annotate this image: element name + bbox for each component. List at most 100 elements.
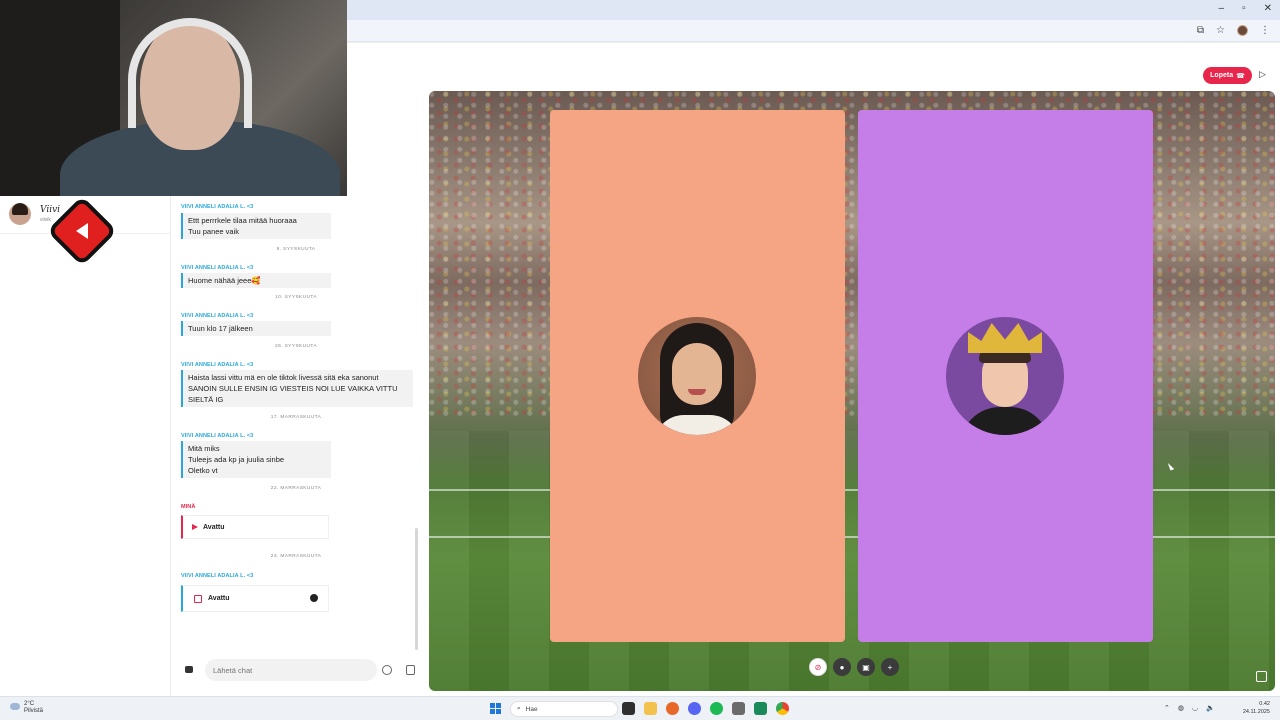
date-separator: 26. SYYSKUUTA — [275, 344, 317, 349]
chat-message: Ettt perrrkele tilaa mitää huoraaa Tuu p… — [181, 213, 331, 239]
toolbar-icons: ⧉ ☆ ⋮ — [1197, 25, 1270, 36]
message-line: Oletko vt — [188, 466, 218, 475]
clock-date: 24.11.2025 — [1242, 709, 1270, 715]
install-icon[interactable]: ⧉ — [1197, 25, 1204, 36]
close-icon[interactable]: ✕ — [1264, 3, 1272, 14]
clock[interactable]: 0.42 24.11.2025 — [1240, 700, 1270, 716]
weather-temp: 2°C — [24, 701, 35, 707]
mic-icon[interactable]: ● — [833, 658, 851, 676]
avatar-clothing — [960, 407, 1050, 435]
youtube-logo — [52, 201, 112, 261]
chat-scrollbar[interactable] — [415, 528, 418, 650]
participant-tile-left[interactable] — [550, 110, 845, 642]
star-icon[interactable]: ☆ — [1216, 25, 1225, 36]
windows-start-icon[interactable] — [490, 703, 501, 714]
self-bitmoji-avatar — [946, 317, 1064, 435]
firefox-icon[interactable] — [666, 702, 679, 715]
sent-snap-icon — [192, 524, 198, 530]
message-sender-me: MINÄ — [181, 504, 196, 510]
message-line: Tuu panee vaik — [188, 227, 240, 236]
play-triangle-icon — [76, 223, 88, 239]
search-icon: ⌕ — [517, 705, 521, 712]
date-separator: 22. MARRASKUUTA — [270, 486, 322, 491]
end-call-button[interactable]: Lopeta ☎ — [1203, 67, 1252, 84]
date-separator: 17. MARRASKUUTA — [270, 415, 322, 420]
message-line: Huome nähää jeee🥰 — [188, 276, 261, 285]
date-separator: 10. SYYSKUUTA — [275, 295, 317, 300]
chat-input[interactable] — [205, 659, 377, 681]
speaker-icon[interactable]: 🔈 — [1206, 704, 1215, 712]
date-separator: 9. SYYSKUUTA — [276, 247, 316, 252]
snap-message[interactable]: Avattu — [181, 515, 329, 539]
taskbar-search[interactable]: ⌕ Hae — [510, 701, 618, 717]
chat-message: Haista lassi vittu mä en ole tiktok live… — [181, 370, 413, 407]
crown-icon — [968, 323, 1042, 353]
received-snap-icon — [194, 594, 202, 603]
message-line: Haista lassi vittu mä en ole tiktok live… — [188, 373, 379, 382]
folder-icon[interactable] — [644, 702, 657, 715]
chat-input-row — [171, 656, 421, 684]
cloud-icon — [10, 703, 20, 710]
message-line: Tuleejs ada kp ja juulia sinbe — [188, 455, 285, 464]
spotify-icon[interactable] — [710, 702, 723, 715]
phone-hangup-icon: ☎ — [1236, 72, 1245, 80]
expand-icon[interactable] — [1256, 671, 1267, 682]
taskbar-apps — [622, 702, 789, 715]
message-sender: VIIVI ANNELI ADALIA L. <3 — [181, 204, 254, 210]
chrome-icon[interactable] — [776, 702, 789, 715]
minimize-icon[interactable]: – — [1219, 3, 1225, 14]
participant-bitmoji-avatar — [638, 317, 756, 435]
weather-desc: Pilvistä — [24, 708, 44, 714]
snap-status: Avattu — [208, 595, 230, 602]
left-sidebar: Viivi viivik — [0, 196, 171, 696]
message-sender: VIIVI ANNELI ADALIA L. <3 — [181, 573, 254, 579]
avatar-face — [672, 343, 722, 405]
screen: – ▫ ✕ ⧉ ☆ ⋮ Lopeta ☎ ▷ Viivi viivik VIIV… — [0, 0, 1280, 720]
system-tray: ⌃ ◍ ◡ 🔈 — [1164, 704, 1215, 712]
avatar[interactable] — [9, 203, 31, 225]
maximize-icon[interactable]: ▫ — [1242, 3, 1246, 14]
app-icon[interactable] — [732, 702, 745, 715]
menu-icon[interactable]: ⋮ — [1260, 25, 1270, 36]
chat-message: Tuun klo 17 jälkeen — [181, 321, 331, 336]
date-separator: 23. MARRASKUUTA — [270, 554, 322, 559]
add-person-icon[interactable]: + — [881, 658, 899, 676]
message-line: Ettt perrrkele tilaa mitää huoraaa — [188, 216, 297, 225]
taskbar: 2°C Pilvistä ⌕ Hae ⌃ ◍ ◡ 🔈 0.42 24.11.20… — [0, 696, 1280, 720]
video-call-stage — [429, 91, 1275, 691]
end-call-label: Lopeta — [1210, 72, 1234, 79]
camera-icon[interactable] — [185, 666, 193, 673]
message-line: Tuun klo 17 jälkeen — [188, 324, 253, 333]
sticker-icon[interactable] — [406, 665, 415, 675]
message-sender: VIIVI ANNELI ADALIA L. <3 — [181, 433, 254, 439]
page-header — [347, 42, 1280, 92]
profile-avatar-icon[interactable] — [1237, 25, 1248, 36]
discord-icon[interactable] — [688, 702, 701, 715]
tray-app-icon[interactable]: ◍ — [1178, 704, 1184, 712]
chat-message: Mitä miks Tuleejs ada kp ja juulia sinbe… — [181, 441, 331, 478]
screen-icon[interactable]: ▣ — [857, 658, 875, 676]
participant-tile-right[interactable] — [858, 110, 1153, 642]
call-controls: ⊘ ● ▣ + — [809, 658, 899, 676]
file-explorer-icon[interactable] — [622, 702, 635, 715]
snap-status: Avattu — [203, 523, 225, 531]
clock-time: 0.42 — [1259, 701, 1270, 707]
webcam-overlay — [0, 0, 347, 196]
camera-off-icon[interactable]: ⊘ — [809, 658, 827, 676]
replay-camera-icon[interactable] — [310, 594, 318, 602]
snap-message[interactable]: Avattu — [181, 585, 329, 612]
search-label: Hae — [525, 705, 538, 713]
chevron-up-icon[interactable]: ⌃ — [1164, 704, 1170, 712]
profile-subtitle: viivik — [40, 217, 51, 223]
message-sender: VIIVI ANNELI ADALIA L. <3 — [181, 362, 254, 368]
chat-panel: VIIVI ANNELI ADALIA L. <3 Ettt perrrkele… — [171, 196, 421, 696]
message-sender: VIIVI ANNELI ADALIA L. <3 — [181, 265, 254, 271]
play-icon[interactable]: ▷ — [1259, 69, 1266, 80]
headphones — [128, 18, 252, 128]
emoji-icon[interactable] — [382, 665, 392, 675]
window-controls: – ▫ ✕ — [1219, 3, 1273, 14]
message-sender: VIIVI ANNELI ADALIA L. <3 — [181, 313, 254, 319]
wifi-icon[interactable]: ◡ — [1192, 704, 1198, 712]
message-line: Mitä miks — [188, 444, 220, 453]
app-icon-2[interactable] — [754, 702, 767, 715]
